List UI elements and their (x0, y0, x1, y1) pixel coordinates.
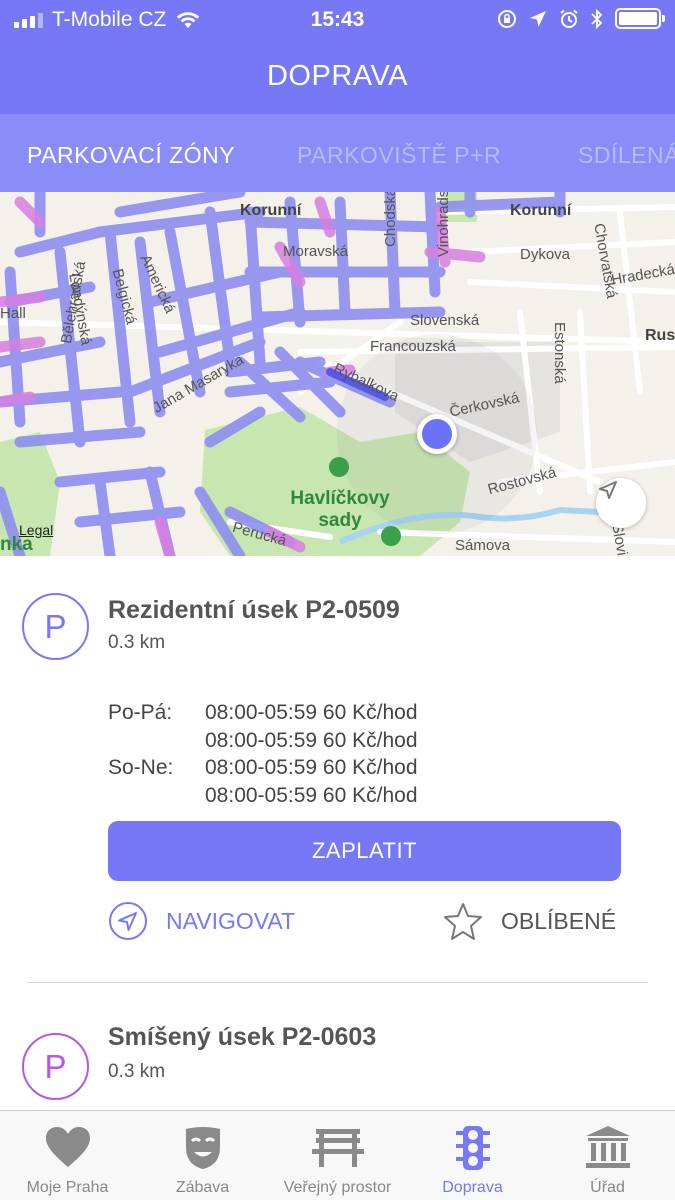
zone-card[interactable]: P Rezidentní úsek P2-0509 0.3 km Po-Pá: … (0, 556, 675, 982)
status-bar: T-Mobile CZ 15:43 (0, 0, 675, 40)
category-tabs: PARKOVACÍ ZÓNY PARKOVIŠTĚ P+R SDÍLENÁ (0, 114, 675, 192)
tab-zabava[interactable]: Zábava (135, 1111, 270, 1200)
bluetooth-icon (591, 8, 603, 29)
tab-moje-praha[interactable]: Moje Praha (0, 1111, 135, 1200)
favorite-label: OBLÍBENÉ (501, 907, 617, 934)
tab-label: Zábava (175, 1179, 230, 1196)
zone-card[interactable]: P Smíšený úsek P2-0603 0.3 km (0, 983, 675, 1110)
tab-verejny-prostor[interactable]: Veřejný prostor (270, 1111, 405, 1200)
park-label: Havlíčkovy sady (290, 488, 390, 531)
navigate-label: NAVIGOVAT (166, 907, 296, 934)
hours-day: Po-Pá: (108, 701, 173, 724)
street-label: Moravská (283, 243, 349, 260)
street-label: Korunní (510, 202, 572, 219)
tab-label: Moje Praha (26, 1179, 109, 1196)
tab-shared[interactable]: SDÍLENÁ (578, 142, 675, 169)
zone-title: Smíšený úsek P2-0603 (108, 1023, 377, 1051)
heart-icon (0, 1125, 135, 1171)
hours-row: So-Ne: 08:00-05:59 60 Kč/hod (108, 754, 418, 782)
navigate-button[interactable]: NAVIGOVAT (108, 901, 295, 941)
zone-title: Rezidentní úsek P2-0509 (108, 596, 400, 624)
hours-day: So-Ne: (108, 756, 174, 779)
tab-label: Doprava (442, 1179, 503, 1196)
favorite-button[interactable]: OBLÍBENÉ (443, 901, 616, 941)
mask-icon (135, 1125, 270, 1171)
pay-button[interactable]: ZAPLATIT (108, 821, 621, 881)
tab-urad[interactable]: Úřad (540, 1111, 675, 1200)
bottom-tab-bar: Moje Praha Zábava Veřejný prostor Doprav… (0, 1110, 675, 1200)
page-title: DOPRAVA (266, 60, 408, 92)
hours-value: 08:00-05:59 60 Kč/hod (205, 728, 418, 752)
street-label: Vinohradská (435, 192, 452, 257)
tab-parking-zones[interactable]: PARKOVACÍ ZÓNY (27, 142, 235, 169)
locate-me-button[interactable] (596, 478, 646, 528)
hours-row: 08:00-05:59 60 Kč/hod (108, 782, 418, 810)
star-icon (443, 901, 483, 941)
location-arrow-icon (599, 481, 617, 499)
tab-park-and-ride[interactable]: PARKOVIŠTĚ P+R (297, 142, 501, 169)
legal-link[interactable]: Legal (19, 522, 53, 538)
street-label: Sámova (455, 537, 511, 554)
zone-distance: 0.3 km (108, 1061, 166, 1082)
tab-doprava[interactable]: Doprava (405, 1111, 540, 1200)
street-label: Francouzská (370, 338, 456, 355)
status-right (497, 8, 665, 29)
hours-day (108, 782, 205, 810)
street-label: Estonská (551, 322, 568, 384)
building-icon (540, 1125, 675, 1171)
parking-zone-icon: P (22, 593, 89, 660)
street-label: Chodská (382, 192, 399, 247)
hours-row: 08:00-05:59 60 Kč/hod (108, 727, 418, 755)
street-label: Ruská (645, 327, 675, 344)
tab-label: Veřejný prostor (283, 1179, 392, 1196)
navigation-icon (108, 901, 148, 941)
orientation-lock-icon (498, 9, 516, 28)
bench-icon (270, 1125, 405, 1171)
street-label: Dykova (520, 246, 571, 263)
parking-zone-icon: P (22, 1033, 89, 1100)
alarm-icon (560, 9, 578, 28)
hours-value: 08:00-05:59 60 Kč/hod (205, 783, 418, 807)
traffic-light-icon (405, 1125, 540, 1171)
zone-distance: 0.3 km (108, 632, 166, 653)
street-label: Korunní (240, 202, 302, 219)
battery-icon (615, 8, 665, 29)
hours-row: Po-Pá: 08:00-05:59 60 Kč/hod (108, 699, 418, 727)
parking-map[interactable]: Korunní Korunní Moravská Dykova Chodská … (0, 192, 675, 556)
hours-value: 08:00-05:59 60 Kč/hod (205, 756, 418, 779)
tab-label: Úřad (590, 1179, 625, 1196)
hours-value: 08:00-05:59 60 Kč/hod (205, 701, 418, 724)
hours-day (108, 727, 205, 755)
street-label: Slovenská (410, 312, 480, 329)
location-arrow-icon (530, 10, 546, 27)
app-header: T-Mobile CZ 15:43 DOPRAVA PARKOVACÍ ZÓNY… (0, 0, 675, 192)
street-label: Hall (0, 305, 26, 322)
opening-hours: Po-Pá: 08:00-05:59 60 Kč/hod 08:00-05:59… (108, 699, 418, 809)
